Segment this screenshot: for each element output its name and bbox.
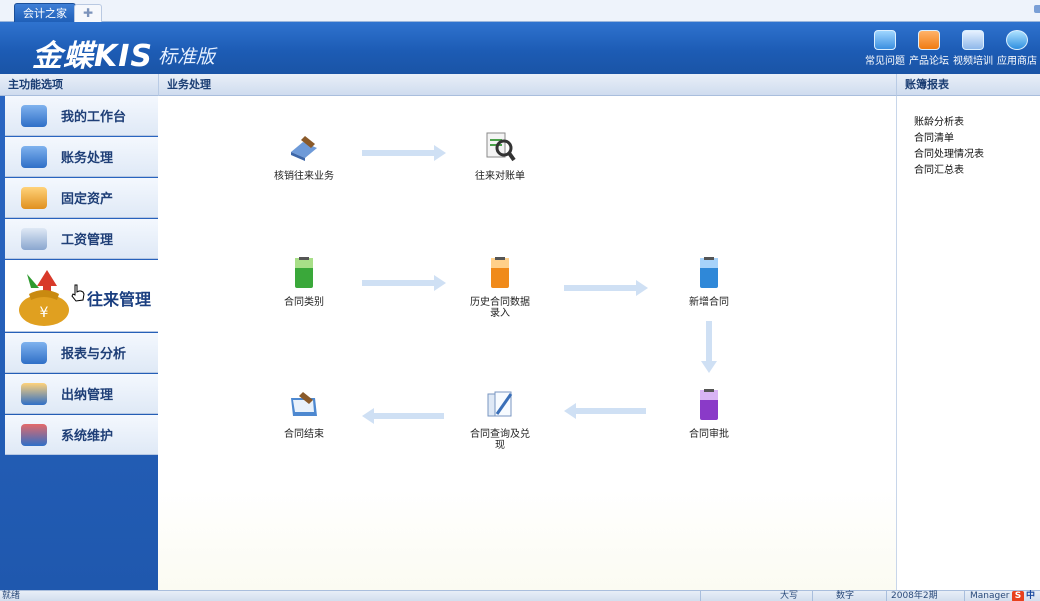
sidebar-item-cashier[interactable]: 出纳管理 <box>5 374 158 414</box>
green-binder-icon <box>295 257 313 288</box>
main-header: 业务处理 <box>158 74 896 96</box>
node-label: 合同查询及兑现 <box>470 429 530 451</box>
node-label: 合同类别 <box>284 297 324 308</box>
hand-cursor-icon <box>71 284 85 302</box>
tab-strip: 会计之家 ✚ <box>0 0 1040 22</box>
app-store-button[interactable]: 应用商店 <box>996 30 1038 67</box>
node-contract-query[interactable]: 合同查询及兑现 <box>455 388 545 451</box>
node-contract-approval[interactable]: 合同审批 <box>664 388 754 440</box>
sidebar: 我的工作台 账务处理 固定资产 工资管理 ¥ 往来管理 报表与分析 出纳管理 系… <box>0 96 158 590</box>
ledger-icon <box>21 145 47 168</box>
status-period: 2008年2期 <box>891 591 938 601</box>
app-store-icon <box>1006 30 1028 50</box>
sidebar-item-reports[interactable]: 报表与分析 <box>5 333 158 373</box>
svg-text:¥: ¥ <box>40 305 49 321</box>
ime-mode[interactable]: 中 <box>1026 591 1035 601</box>
status-divider <box>964 591 965 601</box>
sidebar-item-label: 账务处理 <box>61 151 114 166</box>
right-panel-header: 账簿报表 <box>896 74 1040 96</box>
faq-button[interactable]: 常见问题 <box>864 30 906 67</box>
workspace-fade <box>158 490 896 590</box>
app-banner: 金蝶KIS 标准版 常见问题 产品论坛 视频培训 应用商店 <box>0 22 1040 74</box>
reconcile-icon <box>486 132 516 162</box>
product-edition: 标准版 <box>158 46 216 68</box>
purple-binder-icon <box>700 389 718 420</box>
status-num: 数字 <box>836 591 855 601</box>
monitor-icon <box>21 104 47 127</box>
report-link-aging[interactable]: 账龄分析表 <box>914 115 984 131</box>
writeoff-icon <box>291 136 317 161</box>
node-history-contract-entry[interactable]: 历史合同数据录入 <box>455 256 545 319</box>
fixed-asset-icon <box>21 186 47 209</box>
faq-label: 常见问题 <box>865 56 905 67</box>
tab-kuaiji-home[interactable]: 会计之家 <box>14 3 76 22</box>
sidebar-item-label: 固定资产 <box>61 192 114 207</box>
node-contract-close[interactable]: 合同结束 <box>259 388 349 440</box>
sidebar-item-label: 工资管理 <box>61 233 114 248</box>
collapse-corner-icon[interactable] <box>1034 5 1040 13</box>
sidebar-item-workbench[interactable]: 我的工作台 <box>5 96 158 136</box>
sidebar-item-fixed-assets[interactable]: 固定资产 <box>5 178 158 218</box>
node-label: 往来对账单 <box>475 171 525 182</box>
forum-label: 产品论坛 <box>909 56 949 67</box>
status-divider <box>812 591 813 601</box>
node-writeoff[interactable]: 核销往来业务 <box>259 130 349 182</box>
report-icon <box>21 341 47 364</box>
status-ready: 就绪 <box>2 591 21 601</box>
reports-panel: 账龄分析表 合同清单 合同处理情况表 合同汇总表 <box>896 96 1040 590</box>
status-user: Manager <box>970 591 1010 601</box>
product-logo: 金蝶KIS <box>32 39 154 74</box>
faq-icon <box>874 30 896 50</box>
node-new-contract[interactable]: 新增合同 <box>664 256 754 308</box>
node-label: 合同审批 <box>689 429 729 440</box>
sidebar-item-label: 我的工作台 <box>61 110 127 125</box>
flow-arrow <box>564 280 648 296</box>
sidebar-item-accounting[interactable]: 账务处理 <box>5 137 158 177</box>
blue-binder-icon <box>700 257 718 288</box>
status-bar: 就绪 大写 数字 2008年2期 Manager S 中 <box>0 590 1040 601</box>
sidebar-item-label: 系统维护 <box>61 429 114 444</box>
banner-tools: 常见问题 产品论坛 视频培训 应用商店 <box>864 30 1038 67</box>
node-label: 合同结束 <box>284 429 324 440</box>
flow-arrow <box>701 321 717 373</box>
orange-binder-icon <box>491 257 509 288</box>
close-contract-icon <box>291 392 317 416</box>
report-link-contract-list[interactable]: 合同清单 <box>914 131 984 147</box>
sidebar-item-label: 往来管理 <box>87 290 152 309</box>
flow-arrow <box>362 145 446 161</box>
flow-arrow <box>362 275 446 291</box>
node-contract-type[interactable]: 合同类别 <box>259 256 349 308</box>
report-links: 账龄分析表 合同清单 合同处理情况表 合同汇总表 <box>914 115 984 179</box>
system-icon <box>21 423 47 446</box>
cashier-icon <box>21 382 47 405</box>
flow-arrow <box>564 403 646 419</box>
node-reconcile-statement[interactable]: 往来对账单 <box>455 130 545 182</box>
app-store-label: 应用商店 <box>997 56 1037 67</box>
query-docs-icon <box>487 391 513 417</box>
workflow-area: 核销往来业务 往来对账单 合同类别 历史合同数据录入 新增合同 合同结束 合同查… <box>71 96 896 590</box>
sidebar-item-label: 出纳管理 <box>61 388 114 403</box>
money-bag-icon: ¥ <box>19 270 69 326</box>
video-training-label: 视频培训 <box>953 56 993 67</box>
node-label: 核销往来业务 <box>274 171 334 182</box>
sidebar-header: 主功能选项 <box>0 74 158 96</box>
sidebar-item-system[interactable]: 系统维护 <box>5 415 158 455</box>
forum-icon <box>918 30 940 50</box>
status-caps: 大写 <box>780 591 799 601</box>
forum-button[interactable]: 产品论坛 <box>908 30 950 67</box>
report-link-contract-status[interactable]: 合同处理情况表 <box>914 147 984 163</box>
video-training-icon <box>962 30 984 50</box>
status-divider <box>700 591 701 601</box>
add-tab-button[interactable]: ✚ <box>74 4 102 22</box>
node-label: 历史合同数据录入 <box>470 297 530 319</box>
flow-arrow <box>362 408 444 424</box>
report-link-contract-summary[interactable]: 合同汇总表 <box>914 163 984 179</box>
node-label: 新增合同 <box>689 297 729 308</box>
video-training-button[interactable]: 视频培训 <box>952 30 994 67</box>
ime-icon[interactable]: S <box>1012 591 1024 601</box>
status-divider <box>886 591 887 601</box>
payroll-icon <box>21 227 47 250</box>
sidebar-item-payroll[interactable]: 工资管理 <box>5 219 158 259</box>
sidebar-item-label: 报表与分析 <box>61 347 127 362</box>
